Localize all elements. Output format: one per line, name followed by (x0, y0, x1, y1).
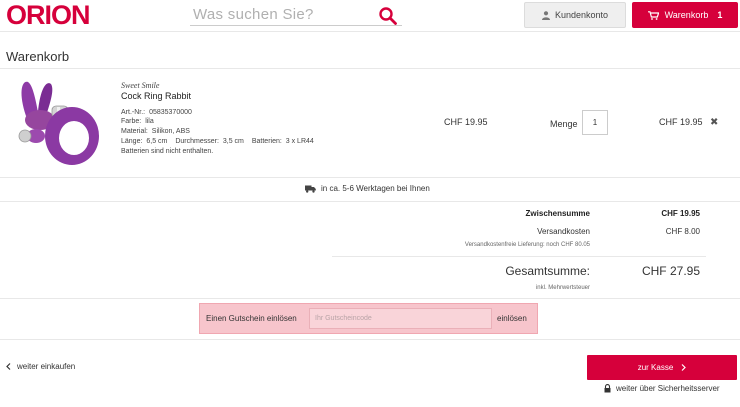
divider (0, 68, 740, 69)
search-icon[interactable] (378, 6, 398, 26)
divider (0, 31, 740, 32)
delivery-info: in ca. 5-6 Werktagen bei Ihnen (305, 184, 430, 193)
battery-value: 3 x LR44 (285, 138, 314, 145)
account-button[interactable]: Kundenkonto (524, 2, 626, 28)
coupon-label: Einen Gutschein einlösen (206, 314, 297, 323)
cart-label: Warenkorb (664, 10, 709, 20)
quantity-label: Menge (550, 119, 578, 129)
user-icon (541, 10, 550, 20)
product-image[interactable] (14, 78, 106, 170)
lock-icon (604, 384, 611, 393)
checkout-label: zur Kasse (637, 363, 674, 372)
chevron-right-icon (681, 364, 687, 371)
chevron-left-icon (6, 363, 11, 370)
search-placeholder: Was suchen Sie? (193, 6, 314, 23)
product-article-number: Art.-Nr.: 05835370000 (121, 109, 194, 116)
free-shipping-note: Versandkostenfreie Lieferung: noch CHF 8… (464, 242, 590, 248)
cart-count: 1 (717, 10, 723, 20)
grand-total-label: Gesamtsumme: (505, 264, 590, 278)
subtotal-label: Zwischensumme (525, 209, 590, 218)
account-label: Kundenkonto (554, 10, 609, 20)
header: ORION Was suchen Sie? Kundenkonto Warenk… (0, 0, 740, 30)
color-label: Farbe: (121, 118, 142, 125)
page-title: Warenkorb (6, 49, 70, 64)
grand-total-value: CHF 27.95 (641, 264, 700, 278)
subtotal-value: CHF 19.95 (661, 209, 700, 218)
close-icon[interactable]: ✖ (710, 117, 718, 128)
material-label: Material: (121, 128, 148, 135)
battery-label: Batterien: (251, 138, 282, 145)
product-dimensions: Länge: 6,5 cm Durchmesser: 3,5 cm Batter… (121, 138, 316, 145)
color-value: lila (145, 118, 154, 125)
vat-note: inkl. Mehrwertsteuer (535, 285, 590, 291)
checkout-button[interactable]: zur Kasse (587, 355, 737, 380)
search-input[interactable]: Was suchen Sie? (190, 4, 402, 26)
coupon-code-input[interactable]: Ihr Gutscheincode (309, 308, 492, 329)
shipping-label: Versandkosten (537, 227, 590, 236)
divider (332, 256, 706, 257)
shipping-value: CHF 8.00 (665, 227, 700, 236)
secure-label: weiter über Sicherheitsserver (616, 384, 720, 393)
truck-icon (305, 185, 316, 193)
redeem-button[interactable]: einlösen (497, 314, 527, 323)
continue-shopping-link[interactable]: weiter einkaufen (6, 362, 75, 371)
divider (0, 177, 740, 178)
continue-shopping-label: weiter einkaufen (17, 362, 76, 371)
battery-note: Batterien sind nicht enthalten. (121, 148, 214, 155)
product-name[interactable]: Cock Ring Rabbit (121, 91, 191, 101)
diameter-value: 3,5 cm (222, 138, 244, 145)
divider (0, 298, 740, 299)
product-brand: Sweet Smile (121, 81, 160, 90)
divider (0, 339, 740, 340)
logo[interactable]: ORION (6, 0, 91, 30)
quantity-input[interactable]: 1 (582, 110, 608, 135)
diameter-label: Durchmesser: (175, 138, 219, 145)
line-total: CHF 19.95 (659, 117, 703, 127)
divider (0, 201, 740, 202)
article-value: 05835370000 (149, 109, 192, 116)
length-label: Länge: (121, 138, 143, 145)
cart-button[interactable]: Warenkorb 1 (632, 2, 738, 28)
article-label: Art.-Nr.: (121, 109, 146, 116)
cart-icon (647, 10, 659, 20)
product-color: Farbe: lila (121, 118, 156, 125)
delivery-text: in ca. 5-6 Werktagen bei Ihnen (321, 184, 430, 193)
secure-server-note: weiter über Sicherheitsserver (604, 384, 720, 393)
product-material: Material: Silikon, ABS (121, 128, 192, 135)
material-value: Silikon, ABS (151, 128, 190, 135)
unit-price: CHF 19.95 (444, 117, 488, 127)
length-value: 6,5 cm (146, 138, 168, 145)
coupon-form: Einen Gutschein einlösen Ihr Gutscheinco… (199, 303, 538, 334)
